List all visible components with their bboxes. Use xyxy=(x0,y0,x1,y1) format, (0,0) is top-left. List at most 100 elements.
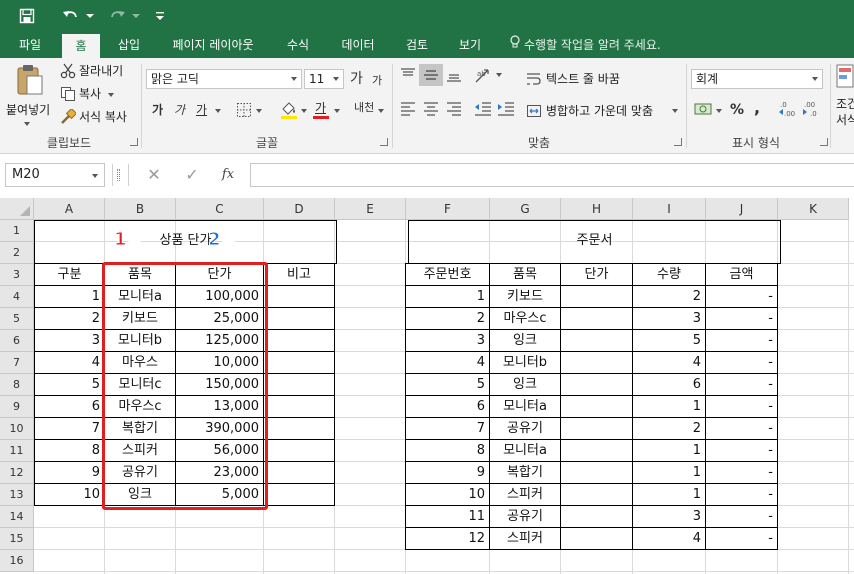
price-table-cell[interactable] xyxy=(263,461,335,484)
format-painter-button[interactable]: 서식 복사 xyxy=(60,108,136,126)
order-table-header[interactable]: 단가 xyxy=(560,263,633,286)
row-header[interactable]: 16 xyxy=(0,550,34,572)
order-table-cell[interactable] xyxy=(560,505,633,528)
order-table-cell[interactable] xyxy=(560,329,633,352)
order-table-cell[interactable]: - xyxy=(705,417,778,440)
row-header[interactable]: 1 xyxy=(0,220,34,242)
align-right-icon[interactable] xyxy=(446,102,462,116)
column-header[interactable]: J xyxy=(706,198,778,220)
tab-home[interactable]: 홈 xyxy=(62,34,100,58)
order-table-cell[interactable]: 1 xyxy=(632,461,706,484)
increase-indent-icon[interactable] xyxy=(497,102,515,116)
tab-view[interactable]: 보기 xyxy=(448,32,492,58)
formula-input[interactable] xyxy=(250,163,854,187)
align-top-icon[interactable] xyxy=(400,68,416,82)
percent-button[interactable]: % xyxy=(730,102,744,118)
column-header[interactable]: A xyxy=(34,198,105,220)
worksheet-grid[interactable]: ABCDEFGHIJK 1 2 3 4 5 6 7 8 9 10 11 12 13 14 15 16 상품 단… xyxy=(0,198,854,574)
order-table-header[interactable]: 수량 xyxy=(632,263,706,286)
column-header[interactable]: C xyxy=(176,198,264,220)
order-table-cell[interactable]: 4 xyxy=(405,351,490,374)
fill-color-dropdown-icon[interactable] xyxy=(301,109,307,113)
orientation-icon[interactable]: ab xyxy=(474,66,494,84)
font-launcher-icon[interactable] xyxy=(380,138,388,146)
accounting-format-icon[interactable] xyxy=(694,101,714,117)
order-table-cell[interactable]: - xyxy=(705,285,778,308)
order-table-cell[interactable] xyxy=(560,483,633,506)
price-table-cell[interactable] xyxy=(263,373,335,396)
order-table-cell[interactable]: - xyxy=(705,307,778,330)
font-size-box[interactable]: 11 xyxy=(304,69,344,89)
number-format-box[interactable]: 회계 xyxy=(691,69,823,89)
phonetic-dropdown-icon[interactable] xyxy=(378,109,384,113)
order-table-cell[interactable]: 2 xyxy=(632,417,706,440)
align-middle-button[interactable] xyxy=(419,64,443,86)
comma-button[interactable]: , xyxy=(754,100,760,116)
grow-font-button[interactable]: 가 xyxy=(350,71,363,87)
row-header[interactable]: 13 xyxy=(0,484,34,506)
order-table-cell[interactable]: - xyxy=(705,395,778,418)
column-header[interactable]: B xyxy=(105,198,176,220)
row-header[interactable]: 10 xyxy=(0,418,34,440)
price-table-cell[interactable]: 7 xyxy=(34,417,105,440)
font-color-button[interactable]: 가 xyxy=(315,100,326,116)
order-table-cell[interactable] xyxy=(560,373,633,396)
price-table-header[interactable]: 비고 xyxy=(263,263,335,286)
order-table-cell[interactable]: 복합기 xyxy=(489,461,561,484)
order-table-cell[interactable]: 4 xyxy=(632,527,706,550)
row-header[interactable]: 3 xyxy=(0,264,34,286)
column-header[interactable]: E xyxy=(335,198,406,220)
row-header[interactable]: 7 xyxy=(0,352,34,374)
order-table-cell[interactable]: 3 xyxy=(632,307,706,330)
order-table-cell[interactable]: 잉크 xyxy=(489,329,561,352)
cancel-icon[interactable]: ✕ xyxy=(142,163,166,187)
price-table-cell[interactable]: 9 xyxy=(34,461,105,484)
order-table-cell[interactable]: 1 xyxy=(405,285,490,308)
order-table-cell[interactable] xyxy=(560,417,633,440)
order-table-cell[interactable]: 1 xyxy=(632,483,706,506)
order-table-cell[interactable]: 2 xyxy=(405,307,490,330)
row-header[interactable]: 4 xyxy=(0,286,34,308)
order-table-cell[interactable]: 2 xyxy=(632,285,706,308)
order-table-cell[interactable]: 모니터a xyxy=(489,439,561,462)
order-table-cell[interactable]: - xyxy=(705,351,778,374)
order-table-cell[interactable] xyxy=(560,439,633,462)
price-table-cell[interactable] xyxy=(263,351,335,374)
resize-handle[interactable] xyxy=(117,169,120,181)
order-table-cell[interactable]: - xyxy=(705,527,778,550)
order-table-cell[interactable] xyxy=(560,351,633,374)
order-table-cell[interactable]: 모니터a xyxy=(489,395,561,418)
column-header[interactable]: H xyxy=(561,198,633,220)
order-table-cell[interactable]: 6 xyxy=(632,373,706,396)
insert-function-icon[interactable]: fx xyxy=(216,163,240,187)
order-table-cell[interactable]: - xyxy=(705,329,778,352)
bold-button[interactable]: 가 xyxy=(152,102,163,118)
column-header[interactable]: K xyxy=(778,198,849,220)
price-table-cell[interactable] xyxy=(263,307,335,330)
order-table-cell[interactable]: - xyxy=(705,439,778,462)
order-table-cell[interactable]: 1 xyxy=(632,395,706,418)
order-table-cell[interactable] xyxy=(560,395,633,418)
row-header[interactable]: 2 xyxy=(0,242,34,264)
price-table-cell[interactable]: 8 xyxy=(34,439,105,462)
order-table-cell[interactable]: 키보드 xyxy=(489,285,561,308)
redo-dropdown-icon[interactable] xyxy=(130,0,142,32)
enter-icon[interactable]: ✓ xyxy=(180,163,204,187)
order-table-cell[interactable]: 9 xyxy=(405,461,490,484)
column-header[interactable]: D xyxy=(264,198,335,220)
order-table-title[interactable]: 주문서 xyxy=(408,230,781,252)
increase-decimal-icon[interactable]: .0.00 xyxy=(778,100,798,118)
price-table-cell[interactable]: 4 xyxy=(34,351,105,374)
order-table-cell[interactable]: 5 xyxy=(405,373,490,396)
price-table-cell[interactable]: 10 xyxy=(34,483,105,506)
order-table-cell[interactable] xyxy=(560,307,633,330)
italic-button[interactable]: 가 xyxy=(174,102,185,118)
price-table-cell[interactable]: 5 xyxy=(34,373,105,396)
price-table-cell[interactable] xyxy=(263,329,335,352)
order-table-cell[interactable]: 11 xyxy=(405,505,490,528)
copy-button[interactable]: 복사 xyxy=(60,85,132,103)
underline-dropdown-icon[interactable] xyxy=(215,109,221,113)
column-header[interactable]: I xyxy=(633,198,706,220)
save-icon[interactable] xyxy=(14,0,40,32)
paste-dropdown-icon[interactable] xyxy=(24,122,30,126)
